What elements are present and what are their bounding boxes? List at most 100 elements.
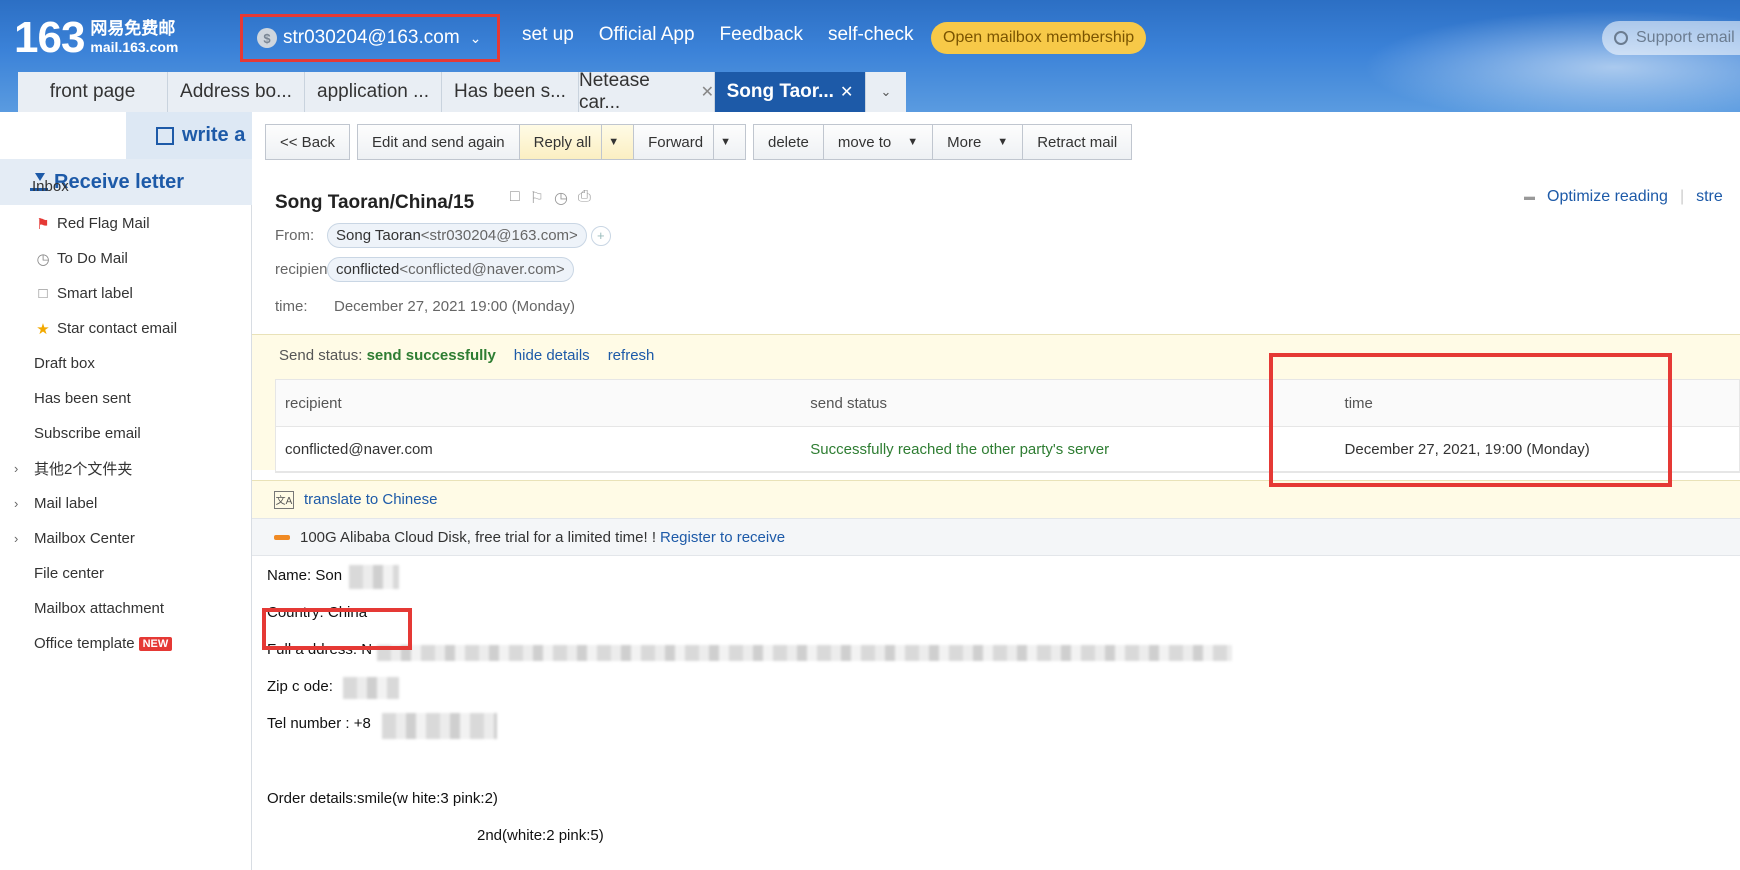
chevron-right-icon: ›	[14, 496, 19, 511]
clock-icon[interactable]: ◷	[554, 188, 568, 208]
support-search[interactable]: Support email	[1602, 21, 1740, 55]
sidebar: write a Receive letter Inbox ⚑ Red Flag M…	[0, 112, 252, 870]
sidebar-item-file-center[interactable]: File center	[0, 556, 252, 591]
col-recipient: recipient	[285, 394, 342, 412]
body-order-details: Order details:smile(w hite:3 pink:2)	[267, 790, 498, 807]
account-email: str030204@163.com	[283, 27, 460, 48]
tab-front-page[interactable]: front page	[18, 72, 168, 112]
recipient-label: recipient:	[275, 261, 336, 278]
tab-more-dropdown[interactable]: ⌄	[866, 72, 906, 112]
account-switcher[interactable]: $ str030204@163.com ⌄	[240, 14, 500, 62]
chevron-down-icon: ⌄	[469, 29, 482, 46]
sidebar-item-mailbox-center[interactable]: › Mailbox Center	[0, 521, 252, 556]
recipient-row: recipient: conflicted<conflicted@naver.c…	[275, 257, 574, 282]
tab-bar: front page Address bo... application ...…	[18, 70, 906, 112]
recipient-chip[interactable]: conflicted<conflicted@naver.com>	[327, 257, 574, 282]
top-header: 163 网易免费邮 mail.163.com $ str030204@163.c…	[0, 0, 1740, 112]
flag-icon[interactable]: ⚐	[530, 188, 544, 208]
sidebar-item-todo[interactable]: ◷ To Do Mail	[0, 241, 252, 276]
row-time: December 27, 2021, 19:00 (Monday)	[1344, 440, 1590, 458]
stre-link[interactable]: stre	[1696, 188, 1723, 206]
add-contact-icon[interactable]: +	[590, 225, 611, 246]
translate-icon: 文A	[274, 490, 294, 509]
sidebar-item-subscribe[interactable]: Subscribe email	[0, 416, 252, 451]
col-send-status: send status	[810, 394, 887, 412]
translate-bar: 文A translate to Chinese	[252, 480, 1740, 518]
sidebar-item-star-contact[interactable]: ★ Star contact email	[0, 311, 252, 346]
forward-button[interactable]: Forward ▼	[633, 124, 746, 160]
ad-text: 100G Alibaba Cloud Disk, free trial for …	[300, 528, 656, 546]
retract-mail-button[interactable]: Retract mail	[1022, 124, 1133, 160]
sender-chip[interactable]: Song Taoran<str030204@163.com>	[327, 223, 587, 248]
bookmark-icon[interactable]: □	[510, 188, 520, 208]
hide-details-link[interactable]: hide details	[514, 347, 590, 364]
from-row: From: Song Taoran<str030204@163.com> +	[275, 223, 611, 248]
clock-icon: ◷	[36, 250, 50, 268]
membership-button[interactable]: Open mailbox membership	[931, 22, 1147, 54]
body-zip: Zip c ode:	[267, 678, 333, 695]
body-country: Country: China	[267, 604, 368, 621]
status-table: recipient send status time conflicted@na…	[275, 379, 1740, 473]
tab-application[interactable]: application ...	[305, 72, 442, 112]
close-icon[interactable]: ✕	[701, 82, 714, 102]
bookmark-icon: □	[38, 285, 48, 302]
redacted-blur	[343, 677, 399, 699]
sidebar-item-smart-label[interactable]: □ Smart label	[0, 276, 252, 311]
refresh-link[interactable]: refresh	[608, 347, 655, 364]
optimize-reading-link[interactable]: Optimize reading	[1547, 188, 1668, 206]
nav-self-check[interactable]: self-check	[828, 24, 914, 46]
logo[interactable]: 163 网易免费邮 mail.163.com	[14, 16, 178, 60]
table-row: conflicted@naver.com Successfully reache…	[276, 427, 1739, 472]
write-letter-button[interactable]: write a	[126, 112, 252, 159]
subject-actions: □ ⚐ ◷ ⎙	[510, 188, 591, 208]
top-nav: set up Official App Feedback self-check	[522, 24, 914, 46]
send-status-line: Send status: send successfully hide deta…	[279, 347, 655, 364]
reading-mode-icon: ▬	[1524, 191, 1535, 203]
logo-number: 163	[14, 13, 85, 62]
chevron-down-icon: ▼	[907, 136, 919, 148]
sidebar-item-attachment[interactable]: Mailbox attachment	[0, 591, 252, 626]
ad-banner: 100G Alibaba Cloud Disk, free trial for …	[252, 518, 1740, 556]
sidebar-item-other-folders[interactable]: › 其他2个文件夹	[0, 451, 252, 486]
translate-link[interactable]: translate to Chinese	[304, 491, 437, 508]
chevron-down-icon: ▼	[997, 136, 1009, 148]
nav-official-app[interactable]: Official App	[599, 24, 695, 46]
tab-has-been-sent[interactable]: Has been s...	[442, 72, 579, 112]
nav-feedback[interactable]: Feedback	[720, 24, 803, 46]
send-status-panel: Send status: send successfully hide deta…	[252, 334, 1740, 473]
sidebar-item-draft[interactable]: Draft box	[0, 346, 252, 381]
move-to-button[interactable]: move to ▼	[822, 124, 934, 160]
back-button[interactable]: << Back	[265, 124, 351, 160]
body-order-line-2: 2nd(white:2 pink:5)	[477, 827, 604, 844]
mail-subject: Song Taoran/China/15	[275, 192, 475, 213]
sidebar-item-mail-label[interactable]: › Mail label	[0, 486, 252, 521]
chevron-down-icon: ⌄	[880, 84, 892, 99]
table-header: recipient send status time	[276, 380, 1739, 427]
redacted-blur	[377, 645, 1232, 661]
tab-song-taoran[interactable]: Song Taor... ✕	[715, 72, 866, 112]
sidebar-item-red-flag[interactable]: ⚑ Red Flag Mail	[0, 206, 252, 241]
chevron-right-icon: ›	[14, 461, 19, 476]
send-status-value: send successfully	[366, 347, 496, 364]
nav-setup[interactable]: set up	[522, 24, 574, 46]
time-value: December 27, 2021 19:00 (Monday)	[334, 298, 575, 315]
col-time: time	[1344, 394, 1373, 412]
tab-netease-card[interactable]: Netease car... ✕	[579, 70, 715, 112]
print-icon[interactable]: ⎙	[578, 188, 591, 208]
register-link[interactable]: Register to receive	[660, 529, 785, 546]
edit-send-again-button[interactable]: Edit and send again	[357, 124, 520, 160]
reply-all-button[interactable]: Reply all ▼	[518, 124, 635, 160]
close-icon[interactable]: ✕	[840, 82, 853, 102]
from-label: From:	[275, 227, 315, 244]
sidebar-item-office-template[interactable]: Office template NEW	[0, 626, 252, 661]
chevron-down-icon[interactable]: ▼	[601, 125, 619, 159]
sidebar-item-sent[interactable]: Has been sent	[0, 381, 252, 416]
redacted-blur	[382, 713, 497, 739]
chevron-down-icon[interactable]: ▼	[713, 125, 731, 159]
sidebar-item-inbox[interactable]: Inbox	[32, 178, 69, 195]
chevron-right-icon: ›	[14, 531, 19, 546]
delete-button[interactable]: delete	[752, 124, 824, 160]
tab-address-book[interactable]: Address bo...	[168, 72, 305, 112]
row-status: Successfully reached the other party's s…	[810, 440, 1110, 458]
more-button[interactable]: More ▼	[932, 124, 1024, 160]
